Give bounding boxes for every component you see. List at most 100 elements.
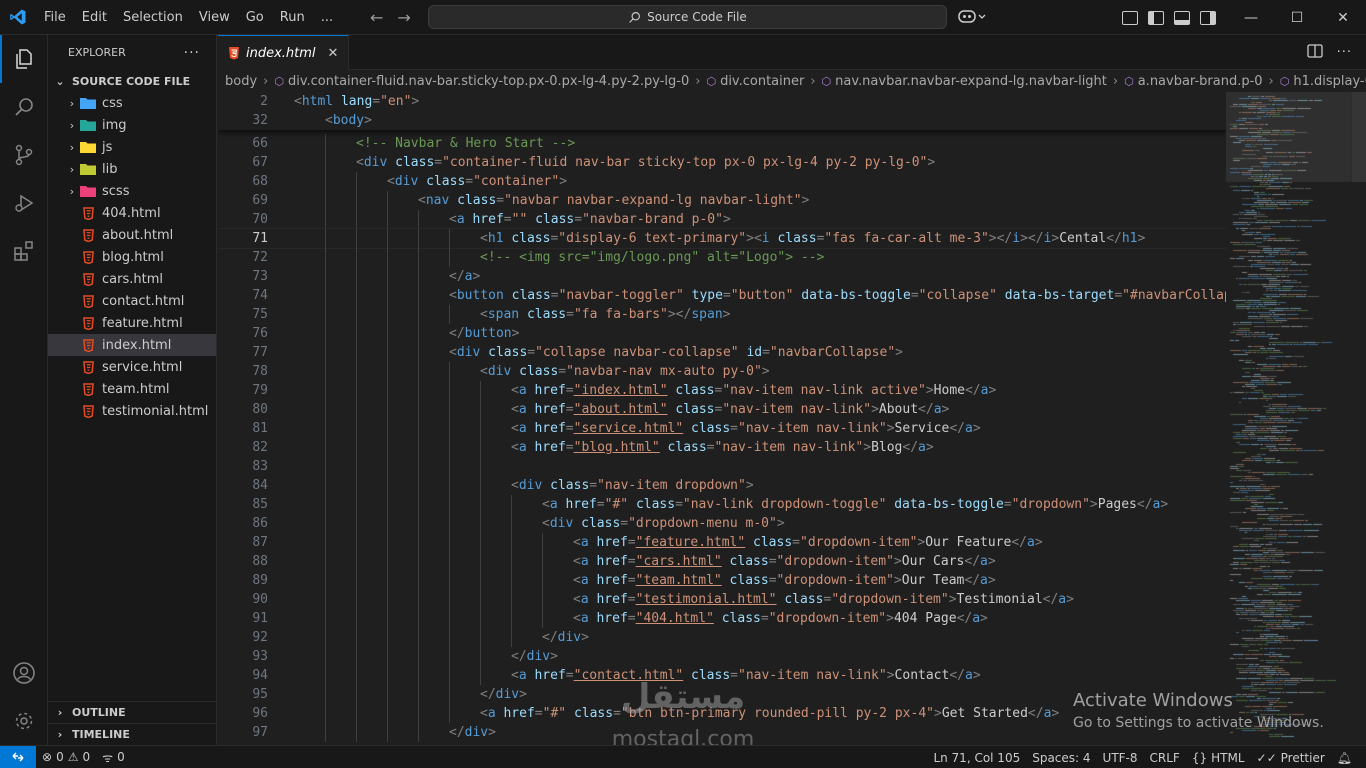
menu-go[interactable]: Go [238,0,272,35]
file-item[interactable]: 404.html [48,202,216,224]
file-item[interactable]: feature.html [48,312,216,334]
account-icon[interactable] [0,649,48,697]
code-line[interactable]: 67 <div class="container-fluid nav-bar st… [218,153,1226,172]
breadcrumb-item[interactable]: ⬡ nav.navbar.navbar-expand-lg.navbar-ligh… [822,74,1107,89]
code-line[interactable]: 73 </a> [218,267,1226,286]
line-number: 90 [252,592,268,607]
search-icon[interactable] [0,83,48,131]
code-line[interactable]: 78 <div class="navbar-nav mx-auto py-0"> [218,362,1226,381]
code-line[interactable]: 89 <a href="team.html" class="dropdown-it… [218,571,1226,590]
code-line[interactable]: 81 <a href="service.html" class="nav-item… [218,419,1226,438]
menu-file[interactable]: File [36,0,74,35]
problems-indicator[interactable]: ⊗ 0 ⚠ 0 [36,746,96,768]
code-line[interactable]: 71 <h1 class="display-6 text-primary"><i … [218,228,1226,249]
code-line[interactable]: 72 <!-- <img src="img/logo.png" alt="Logo… [218,248,1226,267]
file-item[interactable]: contact.html [48,290,216,312]
menu-more[interactable]: ... [313,0,341,35]
code-line[interactable]: 83 [218,457,1226,476]
file-item[interactable]: team.html [48,378,216,400]
settings-gear-icon[interactable] [0,697,48,745]
folder-header[interactable]: ⌄ SOURCE CODE FILE [48,70,216,92]
vertical-scrollbar[interactable] [1352,92,1366,745]
file-item[interactable]: service.html [48,356,216,378]
minimize-icon[interactable]: — [1228,0,1274,35]
prettier-status[interactable]: ✓✓ Prettier [1251,746,1331,768]
run-debug-icon[interactable] [0,179,48,227]
cursor-position[interactable]: Ln 71, Col 105 [927,746,1026,768]
file-item[interactable]: cars.html [48,268,216,290]
code-line[interactable]: 86 <div class="dropdown-menu m-0"> [218,514,1226,533]
code-line[interactable]: 85 <a href="#" class="nav-link dropdown-t… [218,495,1226,514]
code-line[interactable]: 90 <a href="testimonial.html" class="drop… [218,590,1226,609]
code-line[interactable]: 74 <button class="navbar-toggler" type="b… [218,286,1226,305]
close-tab-icon[interactable]: ✕ [328,46,339,61]
indentation[interactable]: Spaces: 4 [1026,746,1096,768]
customize-layout-icon[interactable] [1122,10,1138,25]
back-arrow-icon[interactable]: ← [370,8,383,27]
copilot-icon[interactable] [958,7,988,29]
menu-selection[interactable]: Selection [115,0,191,35]
token-attr: href [534,402,566,417]
scrollbar-thumb[interactable] [1352,92,1366,182]
code-line[interactable]: 80 <a href="about.html" class="nav-item n… [218,400,1226,419]
code-line[interactable]: 87 <a href="feature.html" class="dropdown… [218,533,1226,552]
code-line[interactable]: 84 <div class="nav-item dropdown"> [218,476,1226,495]
remote-indicator-icon[interactable] [0,745,36,768]
encoding[interactable]: UTF-8 [1097,746,1144,768]
file-item[interactable]: index.html [48,334,216,356]
ports-indicator[interactable]: ᯤ 0 [96,746,131,768]
code-line[interactable]: 68 <div class="container"> [218,172,1226,191]
toggle-panel-icon[interactable] [1174,10,1190,25]
timeline-section[interactable]: › TIMELINE [48,723,217,745]
folder-lib[interactable]: › lib [48,158,216,180]
menu-view[interactable]: View [191,0,238,35]
code-line[interactable]: 2 <html lang="en"> [218,92,1226,111]
forward-arrow-icon[interactable]: → [397,8,410,27]
tab-index-html[interactable]: index.html ✕ [218,35,350,70]
minimap[interactable] [1226,92,1366,745]
command-center-search[interactable]: Source Code File [428,5,947,29]
code-line[interactable]: 79 <a href="index.html" class="nav-item n… [218,381,1226,400]
code-line[interactable]: 91 <a href="404.html" class="dropdown-ite… [218,609,1226,628]
code-line[interactable]: 70 <a href="" class="navbar-brand p-0"> [218,210,1226,229]
source-control-icon[interactable] [0,131,48,179]
code-line[interactable]: 93 </div> [218,647,1226,666]
extensions-icon[interactable] [0,227,48,275]
code-editor[interactable]: 2 <html lang="en"> 32 <body> 66 <!-- Navbar … [218,92,1226,745]
maximize-icon[interactable]: ☐ [1274,0,1320,35]
more-actions-icon[interactable]: ··· [184,45,200,61]
code-line[interactable]: 69 <nav class="navbar navbar-expand-lg na… [218,191,1226,210]
explorer-icon[interactable] [0,35,48,83]
language-mode[interactable]: {} HTML [1186,746,1251,768]
file-item[interactable]: blog.html [48,246,216,268]
folder-scss[interactable]: › scss [48,180,216,202]
code-line[interactable]: 77 <div class="collapse navbar-collapse" … [218,343,1226,362]
code-line[interactable]: 76 </button> [218,324,1226,343]
breadcrumb-item[interactable]: ⬡ div.container [706,74,804,89]
menu-run[interactable]: Run [272,0,313,35]
file-item[interactable]: about.html [48,224,216,246]
outline-section[interactable]: › OUTLINE [48,701,217,723]
breadcrumb-item[interactable]: ⬡ div.container-fluid.nav-bar.sticky-top.… [274,74,689,89]
breadcrumb-item[interactable]: body [225,74,257,89]
breadcrumb-item[interactable]: ⬡ a.navbar-brand.p-0 [1124,74,1262,89]
notifications-bell-icon[interactable]: 🔔︎ [1331,746,1358,768]
code-line[interactable]: 75 <span class="fa fa-bars"></span> [218,305,1226,324]
file-item[interactable]: testimonial.html [48,400,216,422]
code-line[interactable]: 82 <a href="blog.html" class="nav-item na… [218,438,1226,457]
code-line[interactable]: 92 </div> [218,628,1226,647]
code-line[interactable]: 88 <a href="cars.html" class="dropdown-it… [218,552,1226,571]
folder-img[interactable]: › img [48,114,216,136]
code-line[interactable]: 32 <body> [218,111,1226,130]
folder-js[interactable]: › js [48,136,216,158]
close-window-icon[interactable]: ✕ [1320,0,1366,35]
toggle-primary-sidebar-icon[interactable] [1148,10,1164,25]
folder-css[interactable]: › css [48,92,216,114]
breadcrumb-item[interactable]: ⬡h1.display-6.text-primary [1280,74,1366,89]
split-editor-icon[interactable] [1306,43,1323,62]
toggle-secondary-sidebar-icon[interactable] [1200,10,1216,25]
code-line[interactable]: 66 <!-- Navbar & Hero Start --> [218,134,1226,153]
more-actions-icon[interactable]: ··· [1337,45,1352,60]
end-of-line[interactable]: CRLF [1144,746,1186,768]
menu-edit[interactable]: Edit [74,0,115,35]
